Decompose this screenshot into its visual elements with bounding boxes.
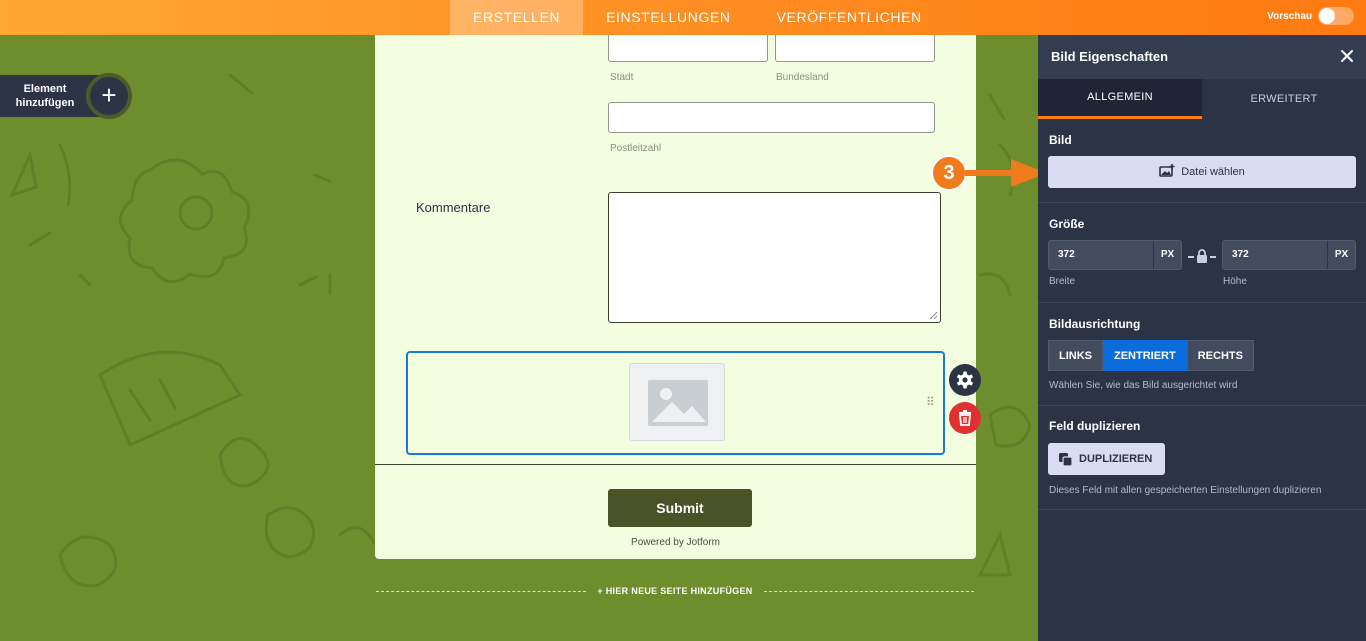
alignment-hint: Wählen Sie, wie das Bild ausgerichtet wi… [1049,380,1238,391]
width-unit: PX [1153,241,1181,269]
zip-sublabel: Postleitzahl [610,143,662,154]
tab-einstellungen[interactable]: EINSTELLUNGEN [583,0,754,35]
duplicate-button[interactable]: DUPLIZIEREN [1048,443,1165,475]
width-input[interactable]: 372 PX [1048,240,1182,270]
properties-panel: Bild Eigenschaften ALLGEMEIN ERWEITERT B… [1038,35,1366,641]
add-new-page-label: + HIER NEUE SEITE HINZUFÜGEN [597,586,753,596]
choose-file-label: Datei wählen [1181,166,1245,178]
alignment-section: Bildausrichtung LINKS ZENTRIERT RECHTS W… [1038,303,1366,406]
lock-icon[interactable] [1186,247,1218,265]
preview-label: Vorschau [1267,10,1312,22]
height-unit: PX [1327,241,1355,269]
image-icon [648,380,708,426]
panel-header: Bild Eigenschaften [1038,35,1366,79]
size-section-title: Größe [1049,217,1085,231]
tab-veroeffentlichen[interactable]: VERÖFFENTLICHEN [754,0,945,35]
duplicate-label: DUPLIZIEREN [1079,453,1153,465]
image-section: Bild Datei wählen [1038,119,1366,203]
step-badge: 3 [931,155,967,191]
trash-icon [959,410,971,426]
zip-input[interactable] [608,102,935,133]
state-input[interactable] [775,35,935,62]
close-icon[interactable] [1340,49,1354,63]
preview-control: Vorschau [1267,7,1354,25]
top-nav: ERSTELLEN EINSTELLUNGEN VERÖFFENTLICHEN [450,0,945,35]
tab-erstellen[interactable]: ERSTELLEN [450,0,584,35]
add-element-label-line1: Element [23,83,67,95]
form-card: Stadt Bundesland Postleitzahl Kommentare… [375,35,976,559]
delete-field-button[interactable] [949,402,981,434]
comments-label: Kommentare [416,200,491,215]
align-left-option[interactable]: LINKS [1048,340,1103,371]
panel-title: Bild Eigenschaften [1051,49,1169,64]
width-value: 372 [1058,249,1075,260]
copy-icon [1059,453,1073,467]
image-add-icon [1159,164,1175,177]
image-placeholder [629,363,725,441]
size-section: Größe 372 PX 372 PX Breite Höhe [1038,203,1366,303]
duplicate-section-title: Feld duplizieren [1049,419,1141,433]
alignment-segmented-control: LINKS ZENTRIERT RECHTS [1048,340,1254,371]
height-label: Höhe [1223,276,1247,287]
city-sublabel: Stadt [610,72,634,83]
toggle-knob [1319,8,1335,24]
submit-button[interactable]: Submit [608,489,752,527]
top-bar: ERSTELLEN EINSTELLUNGEN VERÖFFENTLICHEN … [0,0,1366,35]
height-value: 372 [1232,249,1249,260]
add-new-page[interactable]: + HIER NEUE SEITE HINZUFÜGEN [376,586,974,598]
comments-textarea[interactable] [608,192,941,323]
panel-tabs: ALLGEMEIN ERWEITERT [1038,79,1366,119]
alignment-section-title: Bildausrichtung [1049,317,1141,331]
align-center-option[interactable]: ZENTRIERT [1103,340,1187,371]
choose-file-button[interactable]: Datei wählen [1048,156,1356,188]
page-divider [375,464,976,465]
plus-icon[interactable]: + [86,73,132,119]
align-right-option[interactable]: RECHTS [1186,340,1254,371]
resize-handle-icon[interactable] [929,311,937,319]
add-element-control: Element hinzufügen + [0,73,132,119]
arrow-right-icon [965,159,1047,187]
width-label: Breite [1049,276,1076,287]
gear-icon [957,371,973,389]
duplicate-hint: Dieses Feld mit allen gespeicherten Eins… [1049,485,1322,496]
duplicate-section: Feld duplizieren DUPLIZIEREN Dieses Feld… [1038,406,1366,510]
image-section-title: Bild [1049,133,1072,147]
city-input[interactable] [608,35,768,62]
drag-handle-icon[interactable]: ⠿ [926,395,935,409]
tab-erweitert[interactable]: ERWEITERT [1202,79,1366,119]
state-sublabel: Bundesland [776,72,829,83]
image-field-selected[interactable]: ⠿ [406,351,945,455]
preview-toggle[interactable] [1318,7,1354,25]
field-settings-button[interactable] [949,364,981,396]
tab-allgemein[interactable]: ALLGEMEIN [1038,79,1202,119]
add-element-label-line2: hinzufügen [15,97,75,109]
height-input[interactable]: 372 PX [1222,240,1356,270]
form-canvas: Element hinzufügen + Stadt Bundesland Po… [0,35,1038,641]
powered-by-text: Powered by Jotform [631,537,720,548]
